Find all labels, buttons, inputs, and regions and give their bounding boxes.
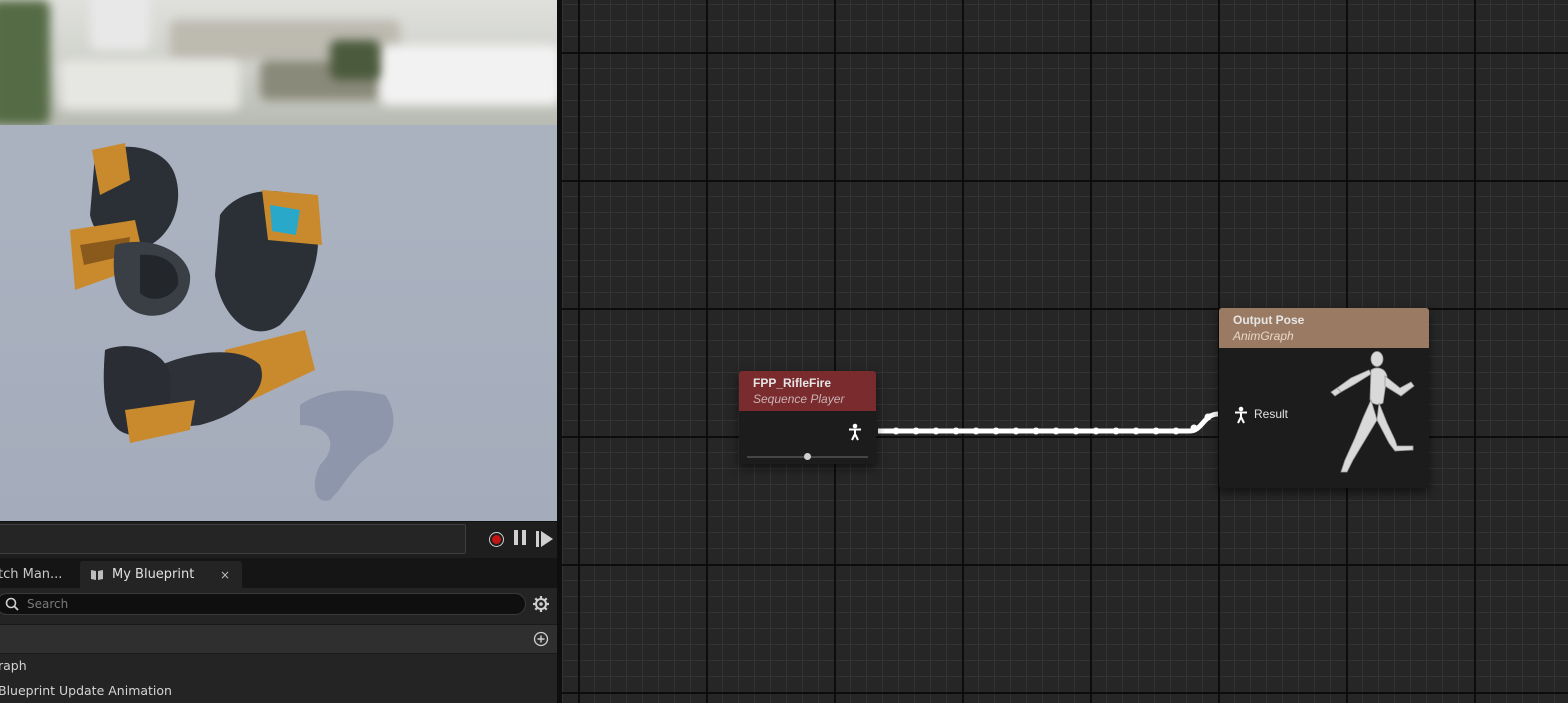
mannequin-icon [1330,351,1415,473]
tab-watch-manager[interactable]: tch Man... [0,561,76,588]
anim-graph-canvas[interactable]: FPP_RifleFire Sequence Player Output Pos… [562,0,1568,703]
sequence-player-node[interactable]: FPP_RifleFire Sequence Player [739,371,876,464]
search-icon [5,597,19,611]
record-button[interactable] [487,530,505,548]
add-circle-icon[interactable] [533,631,549,647]
tab-my-blueprint[interactable]: My Blueprint × [80,561,242,588]
preview-viewport[interactable] [0,0,557,521]
fps-arms-model [70,143,394,501]
play-button[interactable] [536,530,554,548]
record-icon [488,531,504,547]
pose-pin-icon[interactable] [847,423,863,441]
book-icon [91,569,103,580]
sequence-player-header: FPP_RifleFire Sequence Player [739,371,876,411]
output-pose-header: Output Pose AnimGraph [1219,308,1429,348]
tree-item-blueprint-update-animation[interactable]: Blueprint Update Animation [0,683,172,698]
search-input[interactable] [25,596,469,612]
search-box[interactable] [0,593,526,615]
pause-icon [512,529,528,549]
tab-my-blueprint-label: My Blueprint [112,567,195,582]
tree-item-animgraph[interactable]: raph [0,658,27,673]
sequence-player-subtitle: Sequence Player [753,392,845,406]
timeline-scrubber[interactable] [0,524,466,554]
sequence-play-rate-slider[interactable] [804,453,811,460]
output-pose-subtitle: AnimGraph [1233,329,1294,343]
graphs-section-header[interactable] [0,624,557,654]
close-tab-button[interactable]: × [220,568,230,582]
left-panel: tch Man... My Blueprint × Search raph Bl… [0,0,557,703]
tab-watch-manager-label: tch Man... [0,567,63,582]
pause-button[interactable] [511,529,529,549]
transport-bar [0,521,557,558]
settings-gear-icon[interactable] [532,595,550,613]
panel-tab-bar: tch Man... My Blueprint × [0,558,557,588]
result-pin-icon[interactable] [1233,406,1249,424]
sequence-player-title: FPP_RifleFire [753,376,832,390]
output-pose-title: Output Pose [1233,313,1305,327]
my-blueprint-panel: raph Blueprint Update Animation [0,588,557,703]
environment-background [0,0,557,125]
play-icon [536,531,553,547]
result-pin-label: Result [1254,407,1289,421]
output-pose-node[interactable]: Output Pose AnimGraph Result [1219,308,1429,488]
wire-flow-dots [892,413,1212,435]
